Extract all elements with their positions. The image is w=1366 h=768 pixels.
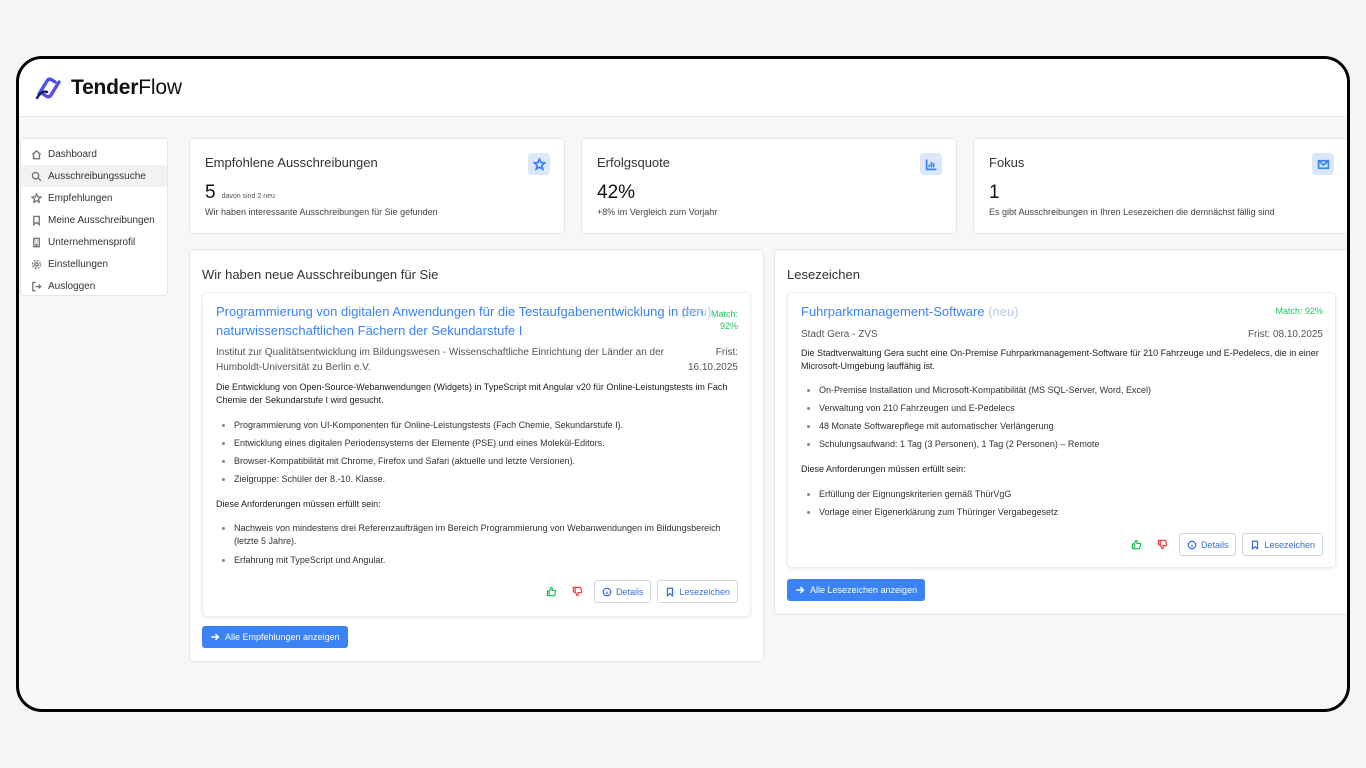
- list-item: Entwicklung eines digitalen Periodensyst…: [216, 437, 736, 450]
- home-icon: [31, 149, 42, 159]
- requirements-list: Erfüllung der Eignungskriterien gemäß Th…: [801, 488, 1321, 519]
- stat-value: 1: [989, 182, 1000, 203]
- match-score: Match: 92%: [1275, 306, 1323, 316]
- stat-desc: +8% im Vergleich zum Vorjahr: [597, 207, 718, 217]
- deadline: Frist: 16.10.2025: [687, 347, 738, 373]
- list-item: Nachweis von mindestens drei Referenzauf…: [216, 522, 736, 548]
- sidebar-item-unternehmensprofil[interactable]: Unternehmensprofil: [21, 231, 167, 253]
- requirements-heading: Diese Anforderungen müssen erfüllt sein:: [801, 464, 966, 474]
- bookmark-button[interactable]: Lesezeichen: [657, 580, 738, 603]
- bookmark-icon: [1252, 540, 1259, 550]
- chart-icon: [925, 159, 936, 170]
- bookmarks-panel: Lesezeichen Fuhrparkmanagement-Software …: [774, 249, 1347, 615]
- organization: Institut zur Qualitätsentwicklung im Bil…: [216, 347, 664, 373]
- list-item: Schulungsaufwand: 1 Tag (3 Personen), 1 …: [801, 438, 1321, 451]
- logo[interactable]: TenderFlow: [33, 72, 182, 104]
- stat-title: Fokus: [989, 155, 1025, 170]
- star-icon: [31, 192, 42, 204]
- mail-icon: [1317, 159, 1329, 169]
- tender-bullets: Programmierung von UI-Komponenten für On…: [216, 419, 736, 486]
- building-icon: [33, 237, 40, 247]
- arrow-right-icon: [211, 633, 220, 641]
- info-icon: [1187, 540, 1197, 549]
- list-item: Zielgruppe: Schüler der 8.-10. Klasse.: [216, 473, 736, 486]
- sidebar-item-dashboard[interactable]: Dashboard: [21, 143, 167, 165]
- tender-description: Die Stadtverwaltung Gera sucht eine On-P…: [801, 348, 1319, 371]
- like-button[interactable]: [542, 582, 562, 602]
- bookmark-button[interactable]: Lesezeichen: [1242, 533, 1323, 556]
- details-button[interactable]: Details: [593, 580, 652, 603]
- stat-title: Erfolgsquote: [597, 155, 670, 170]
- list-item: Erfüllung der Eignungskriterien gemäß Th…: [801, 488, 1321, 501]
- dislike-button[interactable]: [1153, 535, 1173, 555]
- stat-icon-box: [920, 153, 942, 175]
- sidebar-item-einstellungen[interactable]: Einstellungen: [21, 253, 167, 275]
- sidebar-item-meine-ausschreibungen[interactable]: Meine Ausschreibungen: [21, 209, 167, 231]
- details-button[interactable]: Details: [1178, 533, 1237, 556]
- stat-sub: davon sind 2 neu: [221, 193, 275, 200]
- match-score: Match: 92%: [710, 309, 738, 331]
- panel-title: Wir haben neue Ausschreibungen für Sie: [202, 267, 439, 282]
- logout-icon: [32, 281, 42, 291]
- tender-description: Die Entwicklung von Open-Source-Webanwen…: [216, 382, 728, 405]
- search-icon: [31, 171, 42, 181]
- stat-desc: Wir haben interessante Ausschreibungen f…: [205, 207, 438, 217]
- list-item: Erfahrung mit TypeScript und Angular.: [216, 554, 736, 567]
- requirements-heading: Diese Anforderungen müssen erfüllt sein:: [216, 499, 381, 509]
- gear-icon: [31, 259, 42, 269]
- requirements-list: Nachweis von mindestens drei Referenzauf…: [216, 522, 736, 567]
- list-item: 48 Monate Softwarepflege mit automatisch…: [801, 420, 1321, 433]
- info-icon: [602, 587, 612, 596]
- new-tag: (neu): [988, 304, 1019, 319]
- tender-card: Programmierung von digitalen Anwendungen…: [202, 292, 751, 617]
- list-item: Vorlage einer Eigenerklärung zum Thüring…: [801, 506, 1321, 519]
- tender-bullets: On-Premise Installation und Microsoft-Ko…: [801, 384, 1321, 451]
- thumbs-up-icon: [1132, 539, 1142, 550]
- thumbs-down-icon: [1158, 539, 1168, 550]
- bookmark-icon: [33, 215, 40, 226]
- star-icon: [532, 157, 546, 171]
- tenderflow-logo-icon: [35, 77, 61, 99]
- organization: Stadt Gera - ZVS: [801, 329, 878, 340]
- thumbs-down-icon: [573, 586, 583, 597]
- sidebar-nav: Dashboard Ausschreibungssuche Empfehlung…: [20, 138, 168, 296]
- stat-desc: Es gibt Ausschreibungen in Ihren Lesezei…: [989, 207, 1275, 217]
- recommendations-panel: Wir haben neue Ausschreibungen für Sie P…: [189, 249, 764, 662]
- app-window: TenderFlow Dashboard Ausschreibungssuche…: [16, 56, 1350, 712]
- card-actions: Details Lesezeichen: [1127, 533, 1323, 556]
- arrow-right-icon: [796, 586, 805, 594]
- stat-icon-box: [528, 153, 550, 175]
- bookmark-icon: [667, 587, 674, 597]
- all-bookmarks-button[interactable]: Alle Lesezeichen anzeigen: [787, 579, 926, 601]
- stat-icon-box: [1312, 153, 1334, 175]
- all-recommendations-button[interactable]: Alle Empfehlungen anzeigen: [202, 626, 348, 648]
- panel-title: Lesezeichen: [787, 267, 860, 282]
- tender-title[interactable]: Fuhrparkmanagement-Software (neu): [801, 302, 1019, 321]
- sidebar-item-ausloggen[interactable]: Ausloggen: [21, 275, 167, 297]
- new-tag: (neu): [681, 304, 712, 319]
- card-actions: Details Lesezeichen: [542, 580, 738, 603]
- list-item: Browser-Kompatibilität mit Chrome, Firef…: [216, 455, 736, 468]
- stat-value: 42%: [597, 182, 636, 203]
- sidebar-item-ausschreibungssuche[interactable]: Ausschreibungssuche: [21, 165, 167, 187]
- stat-card-fokus: Fokus 1 Es gibt Ausschreibungen in Ihren…: [973, 138, 1347, 234]
- like-button[interactable]: [1127, 535, 1147, 555]
- thumbs-up-icon: [547, 586, 557, 597]
- list-item: Verwaltung von 210 Fahrzeugen und E-Pede…: [801, 402, 1321, 415]
- stat-title: Empfohlene Ausschreibungen: [205, 155, 378, 170]
- stat-value: 5 davon sind 2 neu: [205, 182, 275, 203]
- stat-card-empfohlene: Empfohlene Ausschreibungen 5 davon sind …: [189, 138, 565, 234]
- tender-title[interactable]: Programmierung von digitalen Anwendungen…: [216, 302, 716, 340]
- bookmark-card: Fuhrparkmanagement-Software (neu) Match:…: [787, 292, 1336, 568]
- list-item: Programmierung von UI-Komponenten für On…: [216, 419, 736, 432]
- app-name: TenderFlow: [71, 75, 182, 99]
- deadline: Frist: 08.10.2025: [1247, 329, 1323, 340]
- sidebar-item-empfehlungen[interactable]: Empfehlungen: [21, 187, 167, 209]
- top-bar: TenderFlow: [19, 59, 1347, 117]
- dislike-button[interactable]: [568, 582, 588, 602]
- list-item: On-Premise Installation und Microsoft-Ko…: [801, 384, 1321, 397]
- stat-card-erfolgsquote: Erfolgsquote 42% +8% im Vergleich zum Vo…: [581, 138, 957, 234]
